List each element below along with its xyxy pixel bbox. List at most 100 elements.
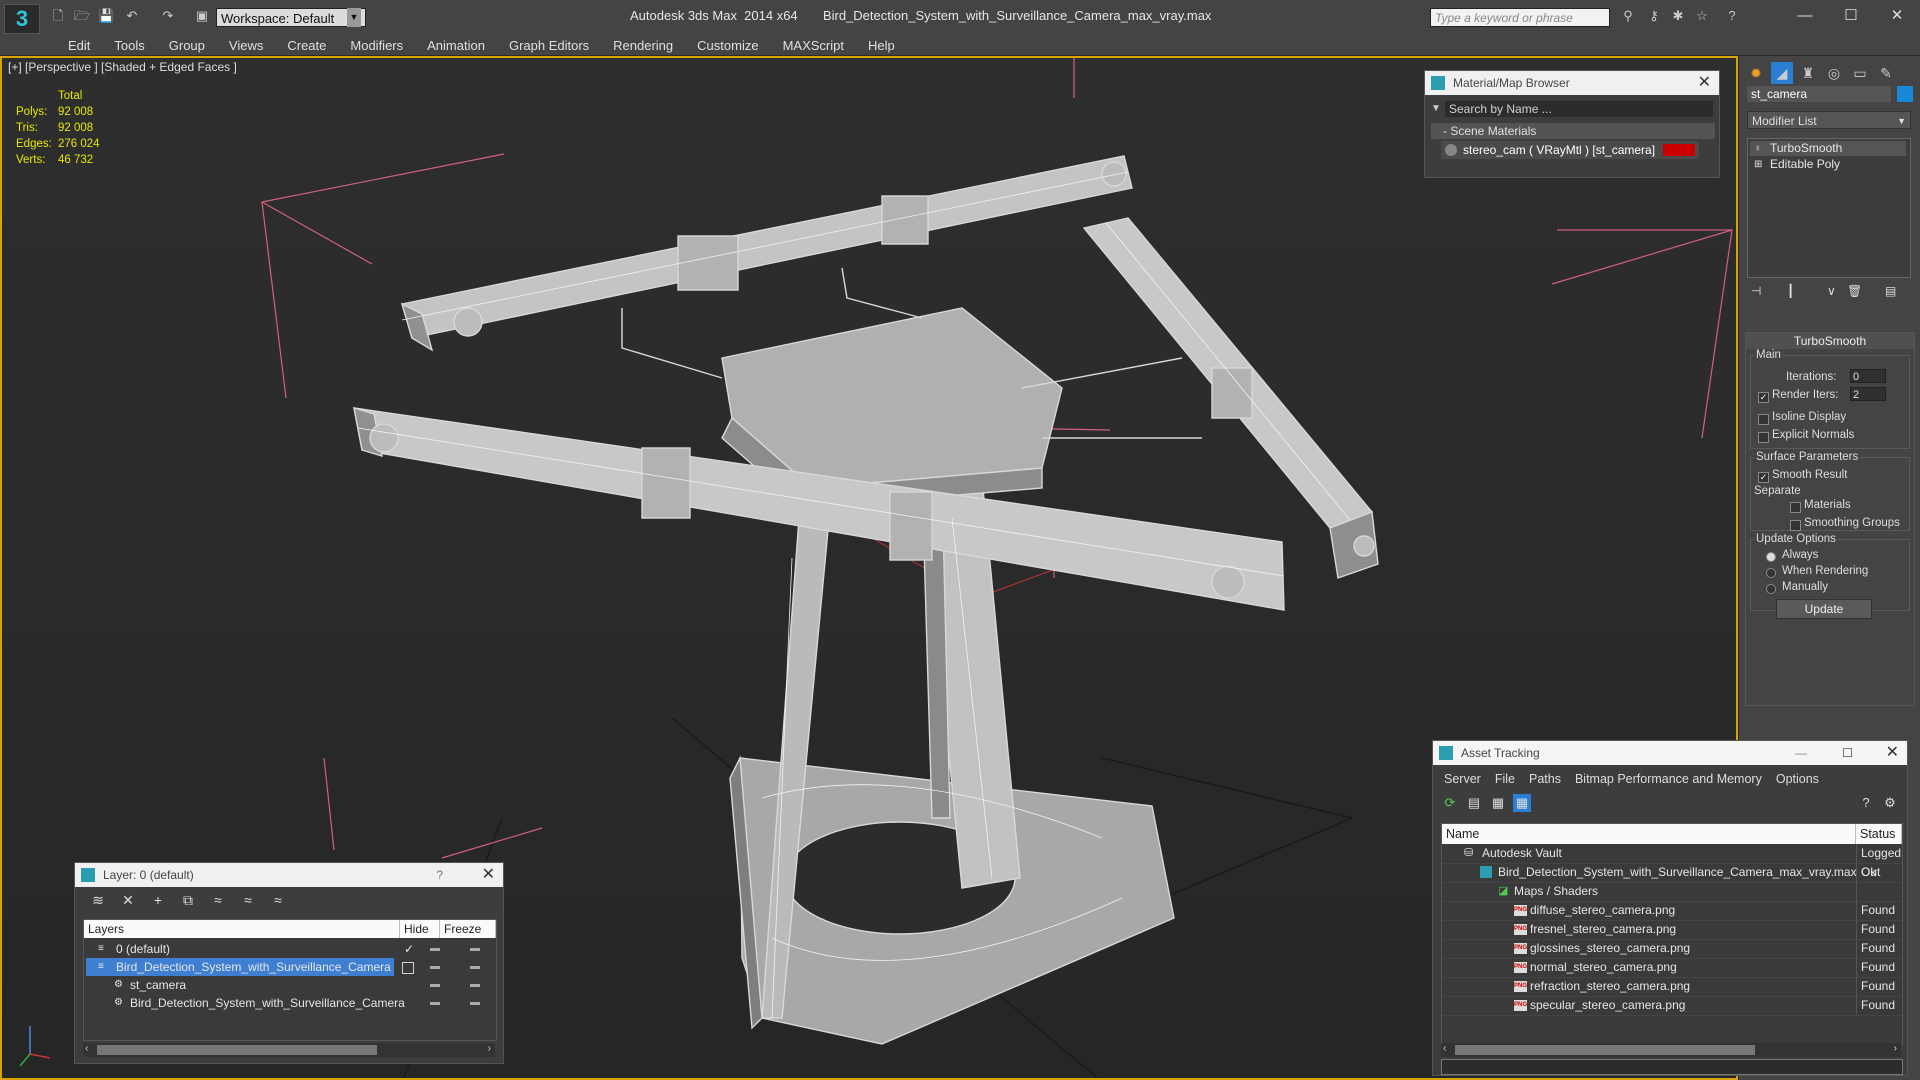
asset-row[interactable]: PNG specular_stereo_camera.png Found bbox=[1442, 996, 1902, 1016]
menu-bitmap-performance[interactable]: Bitmap Performance and Memory bbox=[1568, 769, 1769, 789]
redo-icon[interactable]: ↷ bbox=[160, 8, 176, 24]
render-iters-checkbox[interactable]: ✓ bbox=[1758, 392, 1769, 403]
settings-icon[interactable]: ⚙ bbox=[1881, 794, 1899, 812]
motion-tab-icon[interactable]: ◎ bbox=[1823, 62, 1845, 84]
workspace-dropdown[interactable]: Workspace: Default bbox=[216, 8, 366, 27]
menu-group[interactable]: Group bbox=[157, 34, 217, 55]
menu-views[interactable]: Views bbox=[217, 34, 275, 55]
satellite-icon[interactable]: ✱ bbox=[1670, 8, 1686, 24]
smoothing-groups-checkbox[interactable] bbox=[1790, 520, 1801, 531]
render-iters-spinner[interactable]: 2 bbox=[1850, 387, 1886, 401]
delete-layer-icon[interactable]: ✕ bbox=[119, 891, 137, 909]
hierarchy-tab-icon[interactable]: ♜ bbox=[1797, 62, 1819, 84]
asset-row[interactable]: ◪ Maps / Shaders bbox=[1442, 882, 1902, 902]
menu-graph-editors[interactable]: Graph Editors bbox=[497, 34, 601, 55]
pin-stack-icon[interactable]: ⊣ bbox=[1751, 284, 1761, 298]
project-folder-icon[interactable]: ▣ bbox=[194, 8, 210, 24]
create-tab-icon[interactable]: ✹ bbox=[1745, 62, 1767, 84]
table-view-icon[interactable]: ▦ bbox=[1513, 794, 1531, 812]
iterations-spinner[interactable]: 0 bbox=[1850, 369, 1886, 383]
object-name-field[interactable]: st_camera bbox=[1747, 86, 1891, 102]
asset-row[interactable]: PNG glossines_stereo_camera.png Found bbox=[1442, 939, 1902, 959]
help-button[interactable]: ? bbox=[436, 863, 443, 887]
help-icon[interactable]: ? bbox=[1857, 794, 1875, 812]
asset-row[interactable]: PNG fresnel_stereo_camera.png Found bbox=[1442, 920, 1902, 940]
highlight-layer-icon[interactable]: ≈ bbox=[209, 891, 227, 909]
search-input[interactable]: Type a keyword or phrase bbox=[1430, 8, 1610, 27]
add-to-layer-icon[interactable]: + bbox=[149, 891, 167, 909]
stack-item-turbosmooth[interactable]: ♁ TurboSmooth bbox=[1750, 141, 1906, 156]
scroll-right-icon[interactable]: › bbox=[488, 1043, 491, 1054]
freeze-all-icon[interactable]: ≈ bbox=[269, 891, 287, 909]
menu-create[interactable]: Create bbox=[275, 34, 338, 55]
always-radio[interactable] bbox=[1766, 552, 1776, 562]
refresh-icon[interactable]: ⟳ bbox=[1441, 794, 1459, 812]
menu-edit[interactable]: Edit bbox=[56, 34, 102, 55]
col-name[interactable]: Name bbox=[1442, 824, 1856, 844]
menu-rendering[interactable]: Rendering bbox=[601, 34, 685, 55]
material-item[interactable]: stereo_cam ( VRayMtl ) [st_camera] bbox=[1441, 141, 1699, 159]
asset-row[interactable]: PNG diffuse_stereo_camera.png Found bbox=[1442, 901, 1902, 921]
scrollbar-thumb[interactable] bbox=[1455, 1045, 1755, 1055]
asset-row[interactable]: PNG refraction_stereo_camera.png Found bbox=[1442, 977, 1902, 997]
maximize-icon[interactable]: ☐ bbox=[1842, 741, 1853, 765]
explicit-normals-checkbox[interactable] bbox=[1758, 432, 1769, 443]
lightbulb-icon[interactable]: ♁ bbox=[1754, 141, 1762, 156]
hide-all-icon[interactable]: ≈ bbox=[239, 891, 257, 909]
menu-file[interactable]: File bbox=[1488, 769, 1522, 789]
menu-modifiers[interactable]: Modifiers bbox=[338, 34, 415, 55]
menu-options[interactable]: Options bbox=[1769, 769, 1826, 789]
help-icon[interactable]: ? bbox=[1724, 8, 1740, 24]
scroll-left-icon[interactable]: ‹ bbox=[85, 1043, 88, 1054]
asset-row[interactable]: Bird_Detection_System_with_Surveillance_… bbox=[1442, 863, 1902, 883]
remove-modifier-icon[interactable]: 🗑 bbox=[1847, 284, 1862, 298]
undo-icon[interactable]: ↶ bbox=[124, 8, 140, 24]
layer-row[interactable]: ⚙ st_camera ▬ ▬ bbox=[84, 976, 496, 994]
object-color-swatch[interactable] bbox=[1897, 86, 1913, 102]
layer-row[interactable]: ≡ Bird_Detection_System_with_Surveillanc… bbox=[84, 958, 496, 976]
close-icon[interactable]: ✕ bbox=[1698, 71, 1711, 95]
isoline-checkbox[interactable] bbox=[1758, 414, 1769, 425]
col-layers[interactable]: Layers bbox=[84, 920, 400, 938]
save-icon[interactable]: 💾 bbox=[98, 8, 114, 24]
key-icon[interactable]: ⚷ bbox=[1646, 8, 1662, 24]
manually-radio[interactable] bbox=[1766, 584, 1776, 594]
modify-tab-icon[interactable]: ◢ bbox=[1771, 62, 1793, 84]
layer-row[interactable]: ⚙ Bird_Detection_System_with_Surveillanc… bbox=[84, 994, 496, 1012]
modifier-list-dropdown[interactable]: Modifier List ▼ bbox=[1747, 111, 1911, 129]
rollout-title[interactable]: TurboSmooth bbox=[1746, 333, 1914, 349]
asset-path-field[interactable] bbox=[1441, 1059, 1903, 1075]
thumbnail-view-icon[interactable]: ▦ bbox=[1489, 794, 1507, 812]
col-status[interactable]: Status bbox=[1856, 824, 1902, 844]
scroll-left-icon[interactable]: ‹ bbox=[1443, 1043, 1446, 1054]
stack-item-editable-poly[interactable]: ⊞ Editable Poly bbox=[1750, 157, 1906, 172]
asset-row[interactable]: PNG normal_stereo_camera.png Found bbox=[1442, 958, 1902, 978]
menu-tools[interactable]: Tools bbox=[102, 34, 156, 55]
menu-customize[interactable]: Customize bbox=[685, 34, 770, 55]
maximize-button[interactable]: ☐ bbox=[1828, 4, 1874, 28]
close-icon[interactable]: ✕ bbox=[1886, 741, 1899, 765]
workspace-dropdown-arrow-icon[interactable]: ▼ bbox=[347, 8, 361, 27]
display-tab-icon[interactable]: ▭ bbox=[1849, 62, 1871, 84]
list-view-icon[interactable]: ▤ bbox=[1465, 794, 1483, 812]
asset-row[interactable]: ⛁ Autodesk Vault Logged Out bbox=[1442, 844, 1902, 879]
binoculars-icon[interactable]: ⚲ bbox=[1620, 8, 1636, 24]
layer-row[interactable]: ≡ 0 (default) ✓ ▬ ▬ bbox=[84, 940, 496, 958]
col-hide[interactable]: Hide bbox=[400, 920, 440, 938]
menu-help[interactable]: Help bbox=[856, 34, 907, 55]
menu-maxscript[interactable]: MAXScript bbox=[771, 34, 856, 55]
show-end-result-icon[interactable]: ┃ bbox=[1787, 284, 1794, 298]
configure-sets-icon[interactable]: ▤ bbox=[1885, 284, 1896, 298]
asset-horizontal-scrollbar[interactable]: ‹ › bbox=[1441, 1043, 1901, 1057]
update-button[interactable]: Update bbox=[1776, 599, 1872, 619]
col-freeze[interactable]: Freeze bbox=[440, 920, 496, 938]
menu-animation[interactable]: Animation bbox=[415, 34, 497, 55]
new-file-icon[interactable]: 🗋 bbox=[50, 8, 66, 24]
minimize-button[interactable]: — bbox=[1782, 4, 1828, 28]
select-objects-icon[interactable]: ⧉ bbox=[179, 891, 197, 909]
scrollbar-thumb[interactable] bbox=[97, 1045, 377, 1055]
expand-plus-icon[interactable]: ⊞ bbox=[1754, 157, 1762, 172]
menu-paths[interactable]: Paths bbox=[1522, 769, 1568, 789]
smooth-result-checkbox[interactable]: ✓ bbox=[1758, 472, 1769, 483]
minimize-icon[interactable]: — bbox=[1795, 741, 1807, 765]
